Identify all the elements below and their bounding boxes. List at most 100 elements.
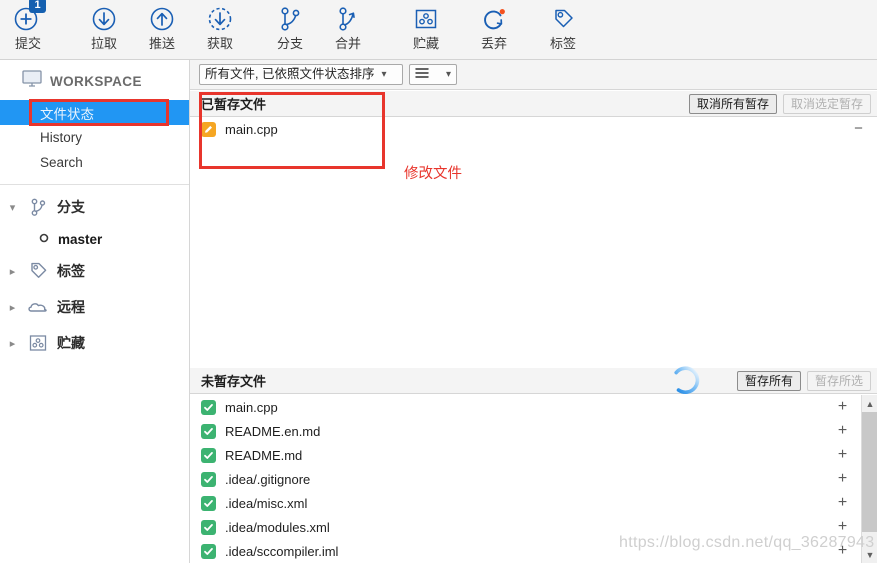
unstaged-section-header: 未暂存文件 暂存所有 暂存所选 <box>190 368 877 394</box>
toolbar-button-commit[interactable]: 1 提交 <box>0 0 56 56</box>
toolbar-button-merge[interactable]: 合并 <box>320 4 376 56</box>
monitor-icon <box>22 70 42 92</box>
sidebar-item-history[interactable]: History <box>0 125 189 150</box>
merge-icon <box>335 4 361 34</box>
toolbar-button-push[interactable]: 推送 <box>134 4 190 56</box>
stage-row-button[interactable]: + <box>834 470 851 487</box>
commit-count-badge: 1 <box>29 0 46 13</box>
file-name: main.cpp <box>225 121 278 137</box>
branch-icon <box>277 4 303 34</box>
checked-icon[interactable] <box>201 399 216 415</box>
filter-toolbar: 所有文件, 已依照文件状态排序 ▾ ▾ <box>190 60 877 90</box>
file-filter-dropdown[interactable]: 所有文件, 已依照文件状态排序 ▾ <box>199 64 403 85</box>
scrollbar-thumb[interactable] <box>862 412 877 532</box>
main-toolbar: 1 提交 拉取 推送 获取 分支 合并 贮藏 丢弃 标签 <box>0 0 877 60</box>
workspace-label: WORKSPACE <box>50 73 142 89</box>
commit-plus-icon: 1 <box>12 0 46 34</box>
left-sidebar: WORKSPACE 文件状态 History Search ▾ 分支 maste… <box>0 60 190 563</box>
stage-row-button[interactable]: + <box>834 398 851 415</box>
watermark-text: https://blog.csdn.net/qq_36287943 <box>619 534 875 551</box>
checked-icon[interactable] <box>201 495 216 511</box>
table-row[interactable]: README.en.md + <box>190 419 877 443</box>
file-name: README.md <box>225 447 303 463</box>
stage-selected-button[interactable]: 暂存所选 <box>806 371 871 391</box>
checked-icon[interactable] <box>201 423 216 439</box>
pull-down-arrow-icon <box>89 4 119 34</box>
workspace-header: WORKSPACE <box>0 60 189 100</box>
stash-box-icon <box>412 4 440 34</box>
chevron-down-icon[interactable]: ▾ <box>446 69 451 80</box>
sidebar-branch-master[interactable]: master <box>0 225 189 253</box>
toolbar-button-fetch[interactable]: 获取 <box>192 4 248 56</box>
stage-row-button[interactable]: + <box>834 422 851 439</box>
toolbar-button-stash[interactable]: 贮藏 <box>398 4 454 56</box>
table-row[interactable]: main.cpp + <box>190 395 877 419</box>
stash-box-icon <box>25 333 51 353</box>
tag-icon <box>25 261 51 281</box>
sidebar-item-label: History <box>40 130 83 145</box>
sidebar-item-label: 文件状态 <box>40 106 94 122</box>
toolbar-button-discard[interactable]: 丢弃 <box>466 4 522 56</box>
unstage-all-button[interactable]: 取消所有暂存 <box>688 94 777 114</box>
stage-row-button[interactable]: + <box>834 518 851 535</box>
scroll-up-icon[interactable]: ▲ <box>862 395 877 412</box>
stage-row-button[interactable]: + <box>834 494 851 511</box>
toolbar-label-stash: 贮藏 <box>412 36 439 51</box>
table-row[interactable]: main.cpp − <box>190 117 877 141</box>
unstage-selected-button[interactable]: 取消选定暂存 <box>782 94 871 114</box>
chevron-right-icon[interactable]: ▸ <box>6 265 19 278</box>
toolbar-label-push: 推送 <box>148 36 175 51</box>
sidebar-group-branches[interactable]: ▾ 分支 <box>0 189 189 225</box>
sidebar-group-tags[interactable]: ▸ 标签 <box>0 253 189 289</box>
chevron-right-icon[interactable]: ▸ <box>6 301 19 314</box>
staged-section-header: 已暂存文件 取消所有暂存 取消选定暂存 <box>190 91 877 117</box>
file-filter-value: 所有文件, 已依照文件状态排序 <box>205 67 375 81</box>
view-mode-dropdown[interactable]: ▾ <box>409 64 457 85</box>
stage-all-button[interactable]: 暂存所有 <box>736 371 801 391</box>
file-name: .idea/.gitignore <box>225 471 311 487</box>
staged-section-title: 已暂存文件 <box>201 97 267 112</box>
branch-dot-icon <box>38 232 50 247</box>
branch-icon <box>25 197 51 218</box>
list-view-icon <box>415 67 429 82</box>
tag-icon <box>549 4 577 34</box>
toolbar-label-commit: 提交 <box>14 36 41 51</box>
discard-refresh-icon <box>480 4 508 34</box>
sidebar-item-search[interactable]: Search <box>0 150 189 175</box>
toolbar-label-tag: 标签 <box>549 36 576 51</box>
chevron-down-icon[interactable]: ▾ <box>381 69 386 80</box>
cloud-icon <box>25 298 51 316</box>
table-row[interactable]: .idea/misc.xml + <box>190 491 877 515</box>
sidebar-item-file-status[interactable]: 文件状态 <box>0 100 189 125</box>
unstaged-header-buttons: 暂存所有 暂存所选 <box>736 371 871 391</box>
toolbar-button-tag[interactable]: 标签 <box>535 4 591 56</box>
sidebar-group-stashes[interactable]: ▸ 贮藏 <box>0 325 189 361</box>
toolbar-button-pull[interactable]: 拉取 <box>76 4 132 56</box>
file-name: main.cpp <box>225 399 278 415</box>
sourcetree-window: 1 提交 拉取 推送 获取 分支 合并 贮藏 丢弃 标签 WORKSPACE 文… <box>0 0 877 563</box>
checked-icon[interactable] <box>201 543 216 559</box>
checked-icon[interactable] <box>201 447 216 463</box>
toolbar-label-discard: 丢弃 <box>480 36 507 51</box>
annotation-label-modified-files: 修改文件 <box>404 166 462 182</box>
chevron-down-icon[interactable]: ▾ <box>6 201 19 214</box>
sidebar-item-label: Search <box>40 155 83 170</box>
stage-row-button[interactable]: + <box>834 446 851 463</box>
file-name: .idea/modules.xml <box>225 519 330 535</box>
toolbar-label-merge: 合并 <box>334 36 361 51</box>
push-up-arrow-icon <box>147 4 177 34</box>
checked-icon[interactable] <box>201 519 216 535</box>
checked-icon[interactable] <box>201 471 216 487</box>
toolbar-label-fetch: 获取 <box>206 36 233 51</box>
sidebar-group-remotes[interactable]: ▸ 远程 <box>0 289 189 325</box>
staged-files-panel: 已暂存文件 取消所有暂存 取消选定暂存 main.cpp − <box>190 91 877 368</box>
toolbar-button-branch[interactable]: 分支 <box>262 4 318 56</box>
sidebar-group-label: 分支 <box>57 199 85 215</box>
toolbar-label-pull: 拉取 <box>90 36 117 51</box>
file-name: README.en.md <box>225 423 321 439</box>
chevron-right-icon[interactable]: ▸ <box>6 337 19 350</box>
table-row[interactable]: .idea/.gitignore + <box>190 467 877 491</box>
unstage-row-button[interactable]: − <box>850 120 867 137</box>
unstaged-section-title: 未暂存文件 <box>201 374 267 389</box>
table-row[interactable]: README.md + <box>190 443 877 467</box>
